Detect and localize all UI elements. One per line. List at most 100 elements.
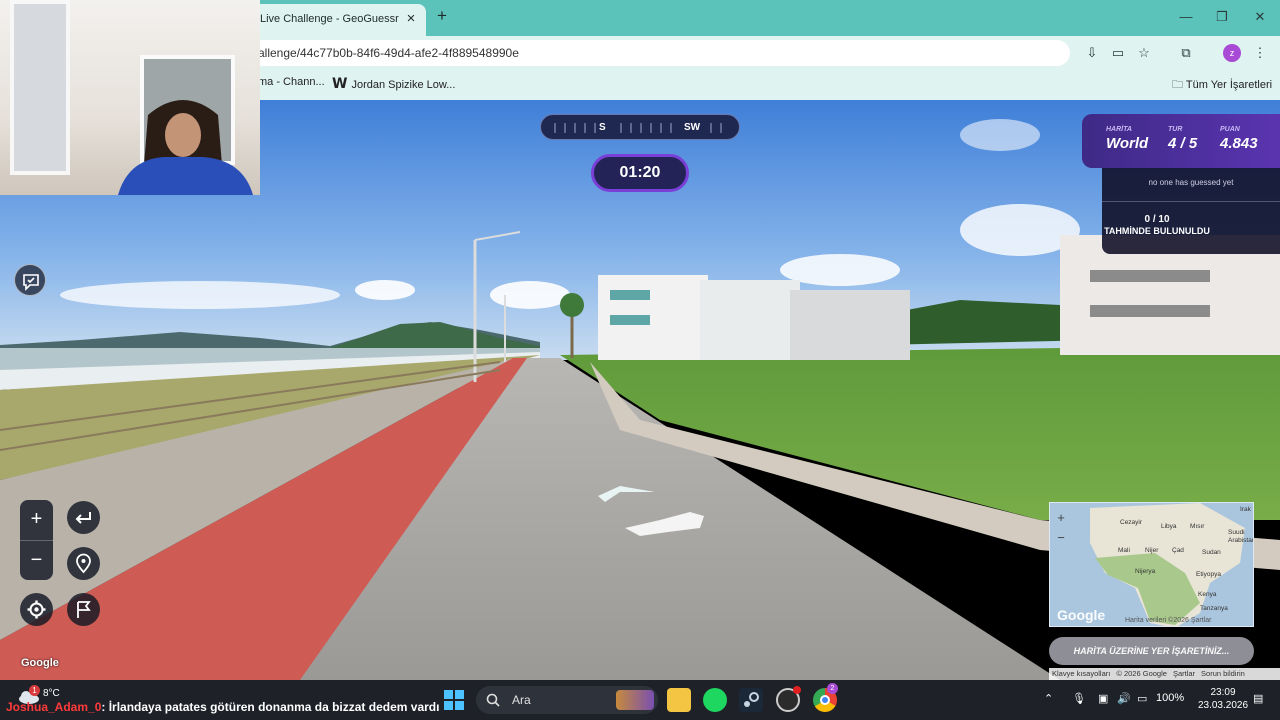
zoom-controls: + −	[20, 500, 53, 580]
steam-icon[interactable]	[739, 688, 763, 712]
restore-icon[interactable]: ❐	[1212, 8, 1232, 26]
map-label-etiyopya: Etiyopya	[1196, 571, 1221, 578]
obs-icon[interactable]	[776, 686, 801, 712]
compass-ticks	[554, 123, 722, 133]
network-icon[interactable]: ▣	[1098, 692, 1108, 705]
guess-count: 0 / 10	[1144, 214, 1170, 225]
recording-dot	[793, 686, 801, 694]
taskbar-search[interactable]: Ara	[476, 686, 658, 714]
show-hidden-icons[interactable]: ⌃	[1044, 692, 1053, 705]
profile-avatar[interactable]: z	[1223, 44, 1241, 62]
zoom-in-button[interactable]: +	[20, 500, 53, 540]
map-label-cezayir: Cezayir	[1120, 519, 1143, 526]
url-text: allenge/44c77b0b-84f6-49d4-afe2-4f889548…	[258, 46, 519, 60]
undo-move-button[interactable]	[67, 501, 100, 534]
tab-close-icon[interactable]: ×	[402, 10, 420, 28]
w-logo-icon: W	[332, 76, 348, 92]
tab-title: Live Challenge - GeoGuessr	[260, 13, 399, 25]
menu-kebab-icon[interactable]: ⋮	[1250, 44, 1270, 62]
guess-found-label: TAHMİNDE BULUNULDU	[1104, 226, 1210, 236]
return-to-start-button[interactable]	[67, 547, 100, 580]
install-app-icon[interactable]: ⇩	[1082, 44, 1102, 62]
map-label-mali: Mali	[1118, 547, 1130, 554]
windows-taskbar: 1 8°C Joshua_Adam_0: İrlandaya patates g…	[0, 680, 1280, 720]
minimize-icon[interactable]: —	[1176, 8, 1196, 26]
gear-icon	[27, 600, 46, 619]
address-bar[interactable]: allenge/44c77b0b-84f6-49d4-afe2-4f889548…	[250, 40, 1070, 66]
chrome-icon[interactable]: 2	[813, 683, 838, 712]
return-arrow-icon	[75, 512, 91, 524]
bookmark-item[interactable]: ma - Chann...	[258, 76, 325, 88]
temperature: 8°C	[43, 688, 60, 699]
divider	[1102, 201, 1280, 202]
streamer-figure	[118, 100, 253, 195]
close-window-icon[interactable]: ✕	[1250, 8, 1270, 26]
volume-icon[interactable]: 🔊	[1117, 692, 1131, 705]
google-logo: Google	[21, 657, 59, 669]
copyright-text: © 2026 Google	[1116, 669, 1167, 678]
settings-button[interactable]	[20, 593, 53, 626]
battery-icon[interactable]: ▭	[1137, 692, 1147, 705]
steam-logo	[744, 692, 759, 707]
all-bookmarks-label: Tüm Yer İşaretleri	[1185, 79, 1273, 91]
chat-icon	[23, 274, 39, 291]
clock-time: 23:09	[1210, 687, 1236, 698]
spotify-icon[interactable]	[703, 688, 727, 712]
bookmark-star-icon[interactable]: ☆	[1134, 44, 1154, 62]
battery-percent: 100%	[1156, 692, 1185, 704]
flag-icon	[77, 601, 91, 618]
keyboard-shortcuts-link[interactable]: Klavye kısayolları	[1049, 668, 1113, 678]
new-tab-button[interactable]: +	[432, 6, 452, 26]
report-problem-link[interactable]: Sorun bildirin	[1198, 668, 1248, 678]
minimap-zoom-out[interactable]: −	[1054, 531, 1068, 545]
round-info: TUR 4 / 5	[1168, 126, 1197, 152]
guess-status-panel: no one has guessed yet 0 / 10 TAHMİNDE B…	[1102, 168, 1280, 254]
map-label-misir: Mısır	[1190, 523, 1205, 530]
guess-minimap[interactable]: + − Cezayir Libya Mısır Irak Suudi Arabi…	[1049, 502, 1254, 627]
all-bookmarks-folder[interactable]: 🗀 Tüm Yer İşaretleri	[1172, 76, 1272, 95]
round-timer: 01:20	[591, 154, 689, 192]
webcam-window-left	[10, 0, 70, 175]
map-label-sudan: Sudan	[1202, 549, 1221, 556]
search-highlight-image	[616, 690, 654, 710]
game-status-panel: HARİTA World TUR 4 / 5 PUAN 4.843	[1082, 114, 1280, 168]
chrome-profile-badge: 2	[827, 683, 838, 694]
notification-icon[interactable]: ▤	[1253, 692, 1263, 705]
stream-chat-message: Joshua_Adam_0: İrlandaya patates götüren…	[6, 700, 439, 714]
map-label-suudi-arabistan: Suudi Arabistan	[1228, 529, 1254, 544]
system-clock[interactable]: 23:09 23.03.2026	[1196, 686, 1250, 712]
chat-text: : İrlandaya patates götüren donanma da b…	[101, 700, 440, 714]
map-info: HARİTA World	[1106, 126, 1148, 152]
compass: S SW	[540, 114, 740, 140]
windows-start-icon[interactable]	[444, 690, 464, 710]
checkpoint-flag-button[interactable]	[67, 593, 100, 626]
microphone-icon[interactable]: 🎙	[1072, 692, 1086, 705]
screen: Live Challenge - GeoGuessr × + — ❐ ✕ all…	[0, 0, 1280, 720]
zoom-out-button[interactable]: −	[20, 540, 53, 580]
map-label-kenya: Kenya	[1198, 591, 1217, 598]
extensions-icon[interactable]: ⧉	[1176, 44, 1196, 62]
card-icon[interactable]: ▭	[1108, 44, 1128, 62]
minimap-attribution[interactable]: Harita verileri ©2026 Şartlar	[1125, 617, 1211, 624]
bookmark-item[interactable]: W Jordan Spizike Low...	[332, 76, 455, 92]
tab-geoguessr[interactable]: Live Challenge - GeoGuessr ×	[250, 4, 426, 36]
location-pin-icon	[76, 553, 91, 574]
map-label-irak: Irak	[1240, 506, 1251, 513]
chat-username: Joshua_Adam_0	[6, 700, 102, 714]
place-pin-button[interactable]: HARİTA ÜZERİNE YER İŞARETİNİZ...	[1049, 637, 1254, 665]
score-value: 4.843	[1220, 135, 1258, 152]
minimap-google-logo: Google	[1057, 607, 1106, 623]
file-explorer-icon[interactable]	[667, 688, 691, 712]
round-label: TUR	[1168, 126, 1183, 133]
map-value: World	[1106, 135, 1149, 152]
map-label-cad: Çad	[1172, 547, 1184, 554]
round-value: 4 / 5	[1168, 135, 1198, 152]
weather-badge: 1	[29, 685, 40, 696]
folder-icon: 🗀	[1172, 79, 1186, 91]
compass-south: S	[599, 122, 606, 133]
map-label-nijer: Nijer	[1145, 547, 1159, 554]
terms-link[interactable]: Şartlar	[1170, 668, 1198, 678]
map-attribution-bar: Klavye kısayolları © 2026 Google Şartlar So…	[1049, 668, 1280, 680]
minimap-zoom-in[interactable]: +	[1054, 511, 1068, 525]
chat-button[interactable]	[14, 264, 46, 296]
